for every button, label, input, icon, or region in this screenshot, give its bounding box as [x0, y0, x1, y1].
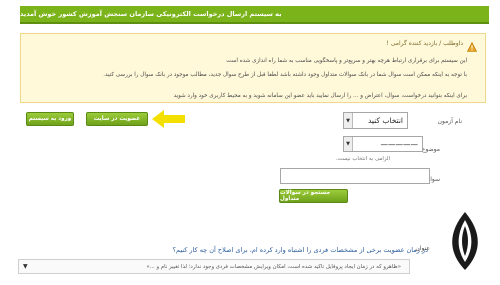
chevron-down-icon: ▼ — [344, 113, 353, 128]
logo-watermark — [452, 212, 478, 270]
notice-line-1: این سیستم برای برقراری ارتباط هرچه بهتر … — [226, 58, 467, 64]
notice-title: داوطلب / بازدید کننده گرامی ! — [386, 40, 463, 47]
register-button[interactable]: عضویت در سایت — [86, 112, 148, 126]
exam-select-value: انتخاب کنید — [367, 116, 403, 125]
notice-line-2: با توجه به اینکه ممکن است سوال شما در با… — [103, 72, 467, 78]
login-button[interactable]: ورود به سیستم — [26, 112, 74, 126]
notice-line-3: برای اینکه بتوانید درخواست، سوال، اعتراض… — [173, 93, 467, 99]
question-input[interactable] — [280, 168, 430, 184]
topic-select[interactable]: ▼ ————— — [343, 136, 423, 152]
faq-answer-text: «ظاهرو که در زمان ایجاد پروفایل تاکید شد… — [146, 263, 401, 270]
notice-box: داوطلب / بازدید کننده گرامی ! این سیستم … — [20, 33, 486, 103]
exam-select[interactable]: ▼ انتخاب کنید — [343, 112, 408, 129]
header-title: به سیستم ارسال درخواست الکترونیکی سازمان… — [20, 10, 282, 18]
search-faq-button[interactable]: جستجو در سوالات متداول — [279, 189, 348, 203]
faq-question[interactable]: در زمان عضویت برخی از مشخصات فردی را اشت… — [173, 246, 428, 254]
chevron-down-icon: ▼ — [344, 137, 353, 151]
faq-topic-label: عنوان — [415, 245, 430, 252]
faq-answer-row[interactable]: «ظاهرو که در زمان ایجاد پروفایل تاکید شد… — [18, 259, 410, 274]
topic-hint: الزامی به انتخاب نیست. — [335, 156, 390, 162]
exam-label: نام آزمون — [437, 118, 462, 125]
topic-select-value: ————— — [380, 139, 419, 149]
chevron-down-icon[interactable]: ▼ — [23, 263, 28, 270]
warning-icon — [467, 42, 477, 52]
welcome-header: به سیستم ارسال درخواست الکترونیکی سازمان… — [20, 6, 489, 24]
topic-label: موضوع — [421, 146, 440, 153]
arrow-pointer-icon — [152, 110, 185, 128]
